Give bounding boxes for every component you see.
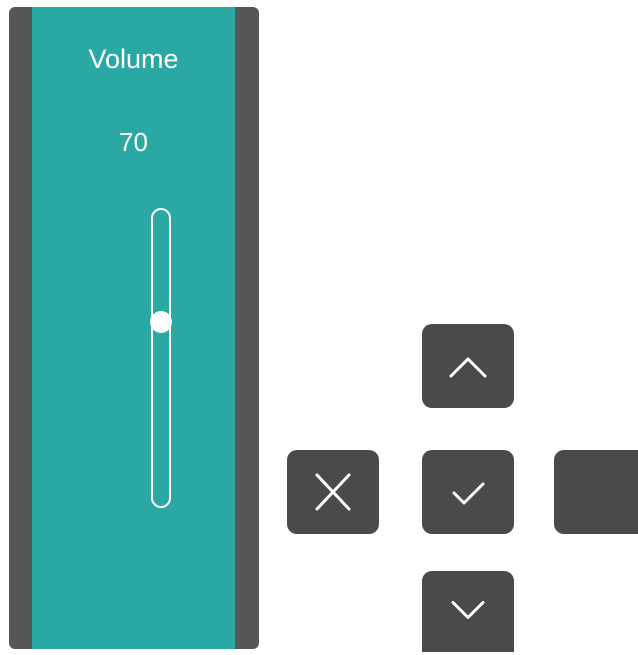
close-icon xyxy=(315,473,351,511)
volume-panel: Volume 70 xyxy=(9,7,259,649)
ok-button[interactable] xyxy=(422,450,514,534)
cancel-button[interactable] xyxy=(287,450,379,534)
check-icon xyxy=(452,482,485,505)
down-button[interactable] xyxy=(422,571,514,652)
volume-title: Volume xyxy=(88,44,179,74)
volume-value: 70 xyxy=(119,127,148,157)
chevron-up-icon xyxy=(449,357,487,378)
volume-panel-body: Volume 70 xyxy=(32,7,235,649)
chevron-down-icon xyxy=(451,601,485,619)
right-button[interactable] xyxy=(554,450,638,534)
up-button[interactable] xyxy=(422,324,514,408)
volume-slider-thumb[interactable] xyxy=(150,311,172,334)
volume-slider[interactable] xyxy=(150,208,172,508)
